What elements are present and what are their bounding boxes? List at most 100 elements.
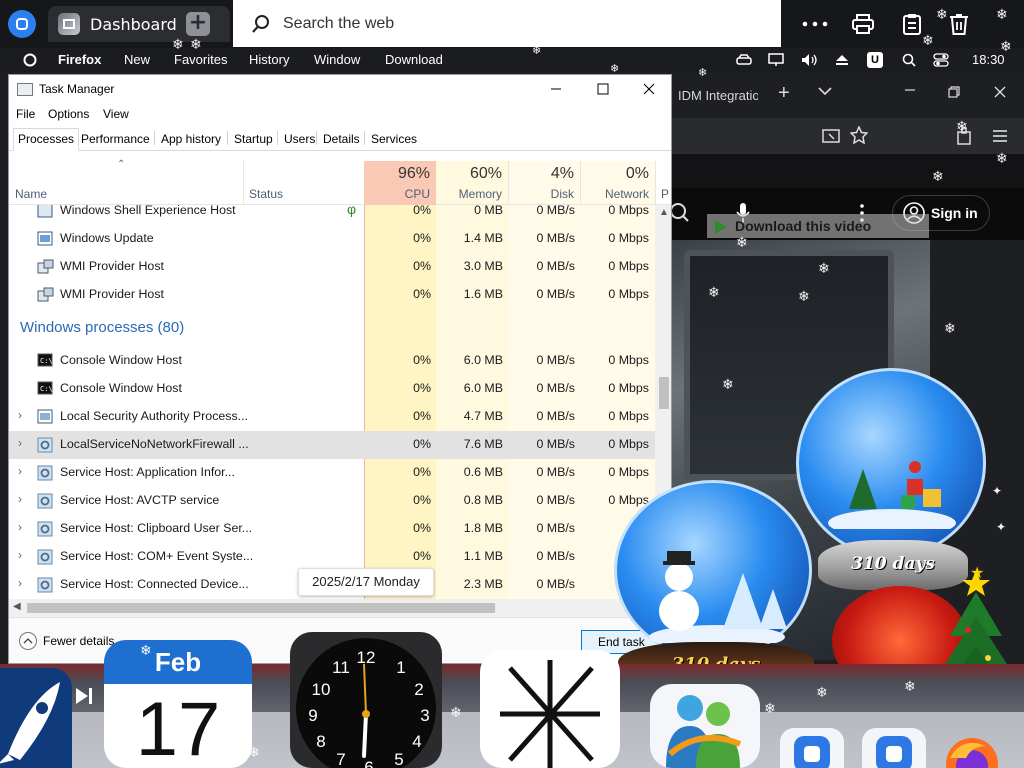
column-power[interactable]: P [661, 187, 669, 201]
table-row[interactable]: Windows Shell Experience Host φ 0% 0 MB … [9, 205, 655, 225]
car-icon[interactable] [736, 52, 752, 68]
expand-chevron-icon[interactable]: › [18, 520, 28, 534]
cpu-cell: 0% [413, 465, 431, 479]
scroll-up-arrow-icon[interactable]: ▲ [659, 207, 669, 218]
expand-chevron-icon[interactable]: › [18, 408, 28, 422]
vertical-scrollbar-thumb[interactable] [659, 377, 669, 409]
chevron-up-icon[interactable] [19, 632, 37, 650]
play-skip-icon[interactable] [72, 686, 98, 708]
rocket-app-icon[interactable] [0, 668, 72, 768]
menu-item-window[interactable]: Window [314, 52, 360, 67]
new-tab-plus-icon[interactable]: + [778, 82, 790, 105]
scroll-left-arrow-icon[interactable]: ◀ [13, 601, 21, 612]
menu-file[interactable]: File [16, 107, 35, 121]
cpu-cell: 0% [413, 259, 431, 273]
horizontal-scrollbar-thumb[interactable] [27, 603, 495, 613]
table-row[interactable]: › Service Host: Clipboard User Ser... 0%… [9, 515, 655, 543]
tab-users[interactable]: Users [279, 128, 320, 151]
firefox-tab-strip: IDM Integratio + [672, 72, 1024, 118]
tab-performance[interactable]: Performance [76, 128, 155, 151]
table-row-selected[interactable]: › LocalServiceNoNetworkFirewall ... 0% 7… [9, 431, 655, 459]
expand-chevron-icon[interactable]: › [18, 576, 28, 590]
tab-processes[interactable]: Processes [13, 128, 80, 151]
search-input[interactable]: Search the web [233, 0, 781, 47]
menu-item-favorites[interactable]: Favorites [174, 52, 227, 67]
control-center-icon[interactable] [933, 52, 949, 68]
hamburger-menu-icon[interactable] [992, 128, 1008, 147]
table-row[interactable]: C:\ Console Window Host 0% 6.0 MB 0 MB/s… [9, 347, 655, 375]
menu-item-history[interactable]: History [249, 52, 289, 67]
volume-icon[interactable] [801, 52, 817, 68]
column-separator [655, 161, 656, 205]
new-tab-plus-icon[interactable]: + [186, 12, 210, 36]
expand-chevron-icon[interactable]: › [18, 492, 28, 506]
circle-icon[interactable] [22, 52, 38, 68]
firefox-tab-title[interactable]: IDM Integratio [678, 88, 758, 103]
more-dots-icon[interactable] [800, 10, 830, 38]
expand-chevron-icon[interactable]: › [18, 548, 28, 562]
table-row[interactable]: Windows Update 0% 1.4 MB 0 MB/s 0 Mbps [9, 225, 655, 253]
table-row[interactable]: › Service Host: Application Infor... 0% … [9, 459, 655, 487]
disk-label: Disk [550, 187, 574, 201]
firefox-app-icon[interactable] [940, 728, 1004, 768]
expand-chevron-icon[interactable]: › [18, 464, 28, 478]
menu-app-name[interactable]: Firefox [58, 52, 101, 67]
tab-details[interactable]: Details [318, 128, 365, 151]
memory-cell: 4.7 MB [463, 409, 503, 423]
menu-item-new[interactable]: New [124, 52, 150, 67]
menu-item-download[interactable]: Download [385, 52, 443, 67]
eject-icon[interactable] [834, 52, 850, 68]
minimize-icon[interactable] [904, 84, 916, 99]
column-cpu[interactable]: 96% CPU [364, 161, 436, 205]
firefox-menu-bar: Firefox New Favorites History Window Dow… [0, 48, 1024, 72]
display-icon[interactable] [768, 52, 784, 68]
screenshot-icon[interactable] [822, 128, 840, 148]
column-name[interactable]: Name [15, 187, 47, 201]
u-badge-icon[interactable]: U [867, 52, 883, 68]
process-name: Service Host: COM+ Event Syste... [60, 549, 254, 563]
app-badge-icon[interactable] [8, 10, 36, 38]
minimize-button[interactable] [533, 75, 579, 103]
restore-icon[interactable] [948, 86, 960, 101]
tab-services[interactable]: Services [366, 128, 422, 151]
chevron-down-icon[interactable] [818, 84, 832, 99]
blue-app-icon[interactable] [862, 728, 926, 768]
close-button[interactable] [626, 75, 671, 103]
table-row[interactable]: WMI Provider Host 0% 1.6 MB 0 MB/s 0 Mbp… [9, 281, 655, 309]
table-row[interactable]: › Local Security Authority Process... 0%… [9, 403, 655, 431]
spotlight-search-icon[interactable] [901, 52, 917, 68]
group-header-windows-processes[interactable]: Windows processes (80) [20, 319, 184, 336]
close-icon[interactable] [994, 86, 1006, 101]
disk-cell: 0 MB/s [536, 231, 575, 245]
tab-app-history[interactable]: App history [156, 128, 226, 151]
blue-app-icon[interactable] [780, 728, 844, 768]
menu-options[interactable]: Options [48, 107, 89, 121]
calendar-app-icon[interactable]: Feb 17 [104, 640, 252, 768]
maximize-button[interactable] [580, 75, 626, 103]
bookmark-star-icon[interactable] [849, 125, 869, 148]
clock-app-icon[interactable]: 12 1 2 3 4 5 6 7 8 9 10 11 [290, 632, 442, 768]
task-manager-title-bar[interactable]: Task Manager [9, 75, 671, 103]
table-row[interactable]: WMI Provider Host 0% 3.0 MB 0 MB/s 0 Mbp… [9, 253, 655, 281]
update-icon [37, 231, 54, 247]
column-network[interactable]: 0% Network [580, 161, 655, 205]
column-memory[interactable]: 60% Memory [436, 161, 508, 205]
site-search-icon[interactable] [670, 202, 690, 228]
wmi-icon [37, 259, 54, 275]
disk-cell: 0 MB/s [536, 353, 575, 367]
tab-startup[interactable]: Startup [229, 128, 278, 151]
table-row[interactable]: › Service Host: AVCTP service 0% 0.8 MB … [9, 487, 655, 515]
table-row[interactable]: › Service Host: COM+ Event Syste... 0% 1… [9, 543, 655, 571]
column-status[interactable]: Status [249, 187, 283, 201]
disk-cell: 0 MB/s [536, 287, 575, 301]
table-row[interactable]: C:\ Console Window Host 0% 6.0 MB 0 MB/s… [9, 375, 655, 403]
print-icon[interactable] [848, 10, 878, 38]
trash-icon[interactable] [944, 10, 974, 38]
snow-globe-large [796, 368, 986, 558]
snowflake-icon: ❄ [610, 62, 620, 75]
column-disk[interactable]: 4% Disk [508, 161, 580, 205]
msn-messenger-app-icon[interactable] [650, 684, 760, 768]
menu-view[interactable]: View [103, 107, 129, 121]
asterisk-app-icon[interactable] [480, 650, 620, 768]
expand-chevron-icon[interactable]: › [18, 436, 28, 450]
